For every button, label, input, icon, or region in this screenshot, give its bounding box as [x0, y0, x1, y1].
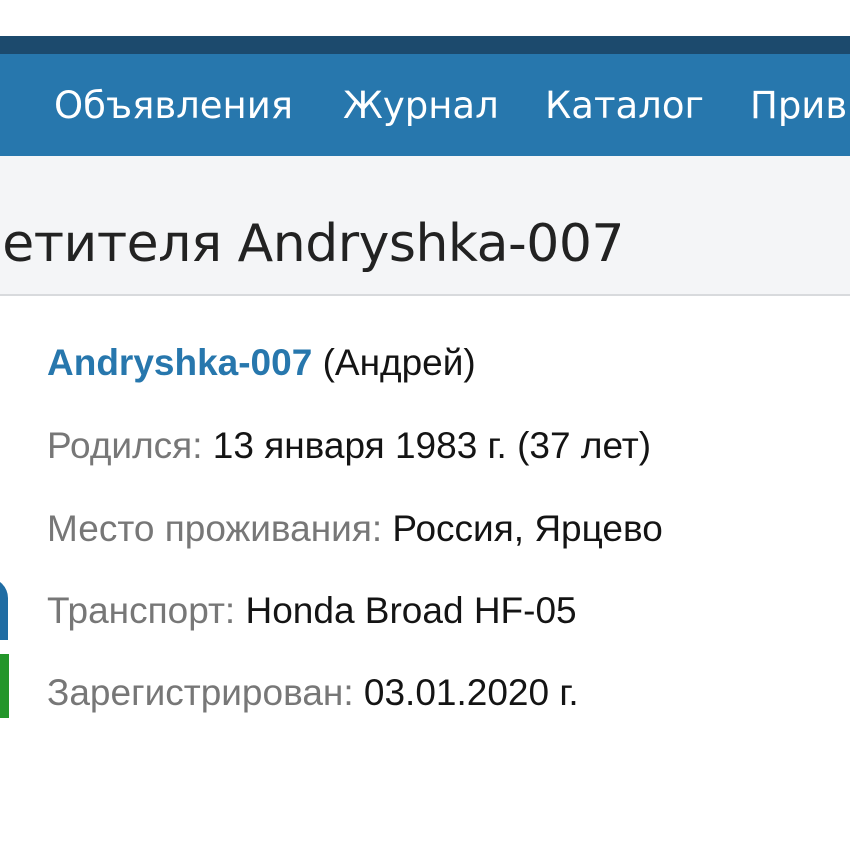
main-navbar: Объявления Журнал Каталог Прив	[0, 54, 850, 156]
nav-item-catalog[interactable]: Каталог	[545, 84, 704, 128]
transport-label: Транспорт:	[47, 590, 236, 631]
nav-item-journal[interactable]: Журнал	[343, 84, 499, 128]
nav-item-ads[interactable]: Объявления	[54, 84, 293, 128]
location-label: Место проживания:	[47, 508, 383, 549]
registered-row: Зарегистрирован: 03.01.2020 г.	[47, 671, 579, 715]
birth-value: 13 января 1983 г. (37 лет)	[212, 425, 652, 466]
real-name: (Андрей)	[322, 342, 476, 383]
location-row: Место проживания: Россия, Ярцево	[47, 507, 663, 551]
page: Объявления Журнал Каталог Прив сетителя …	[0, 0, 850, 842]
transport-value: Honda Broad HF-05	[245, 590, 577, 631]
avatar[interactable]	[0, 578, 9, 718]
registered-label: Зарегистрирован:	[47, 672, 354, 713]
nav-item-truncated[interactable]: Прив	[750, 84, 847, 128]
avatar-green-shape	[0, 654, 9, 718]
birth-row: Родился: 13 января 1983 г. (37 лет)	[47, 424, 651, 468]
page-title: сетителя Andryshka-007	[0, 214, 624, 274]
profile-name-row: Andryshka-007 (Андрей)	[47, 341, 476, 385]
birth-label: Родился:	[47, 425, 203, 466]
location-value: Россия, Ярцево	[392, 508, 663, 549]
registered-value: 03.01.2020 г.	[363, 672, 579, 713]
page-title-bar: сетителя Andryshka-007	[0, 156, 850, 296]
top-strip	[0, 36, 850, 54]
username-link[interactable]: Andryshka-007	[47, 342, 312, 383]
transport-row: Транспорт: Honda Broad HF-05	[47, 589, 577, 633]
avatar-blue-shape	[0, 578, 8, 640]
